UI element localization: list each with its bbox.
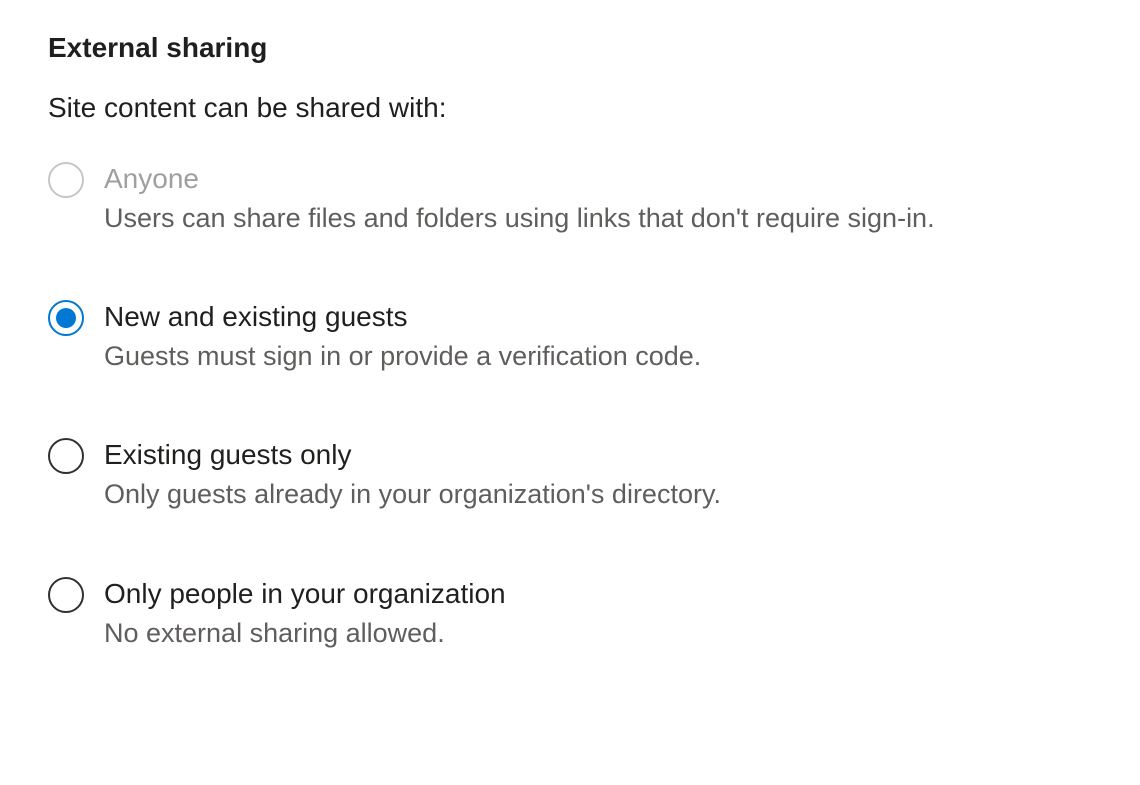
sharing-radio-group: Anyone Users can share files and folders… — [48, 160, 1092, 651]
radio-icon — [48, 300, 84, 336]
radio-description: Guests must sign in or provide a verific… — [104, 338, 701, 374]
radio-option-existing-guests[interactable]: Existing guests only Only guests already… — [48, 436, 1092, 512]
radio-label: New and existing guests — [104, 298, 701, 336]
radio-text-container: Existing guests only Only guests already… — [104, 436, 721, 512]
radio-option-new-existing-guests[interactable]: New and existing guests Guests must sign… — [48, 298, 1092, 374]
radio-label: Anyone — [104, 160, 935, 198]
radio-icon — [48, 162, 84, 198]
radio-option-organization-only[interactable]: Only people in your organization No exte… — [48, 575, 1092, 651]
radio-icon — [48, 577, 84, 613]
radio-description: Only guests already in your organization… — [104, 476, 721, 512]
radio-text-container: Only people in your organization No exte… — [104, 575, 506, 651]
radio-label: Existing guests only — [104, 436, 721, 474]
section-subtitle: Site content can be shared with: — [48, 92, 1092, 124]
radio-option-anyone[interactable]: Anyone Users can share files and folders… — [48, 160, 1092, 236]
section-title: External sharing — [48, 32, 1092, 64]
radio-description: Users can share files and folders using … — [104, 200, 935, 236]
radio-label: Only people in your organization — [104, 575, 506, 613]
radio-icon — [48, 438, 84, 474]
radio-description: No external sharing allowed. — [104, 615, 506, 651]
radio-text-container: New and existing guests Guests must sign… — [104, 298, 701, 374]
radio-text-container: Anyone Users can share files and folders… — [104, 160, 935, 236]
